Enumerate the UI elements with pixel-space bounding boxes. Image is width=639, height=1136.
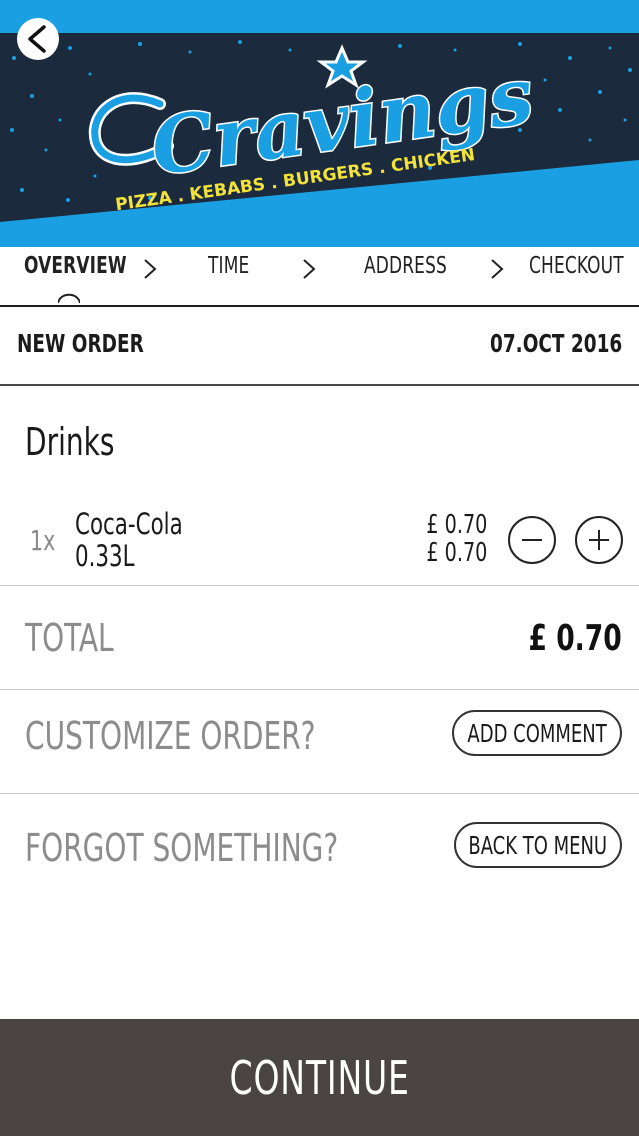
category-title: Drinks: [25, 420, 115, 464]
back-button[interactable]: [17, 18, 59, 60]
forgot-label: FORGOT SOMETHING?: [25, 826, 339, 870]
plus-icon: [589, 530, 609, 550]
item-quantity: 1x: [30, 524, 56, 557]
list-item: 1x Coca-Cola 0.33L £ 0.70 £ 0.70: [0, 500, 639, 586]
chevron-right-icon: [491, 259, 504, 279]
banner-graphic: Cravings PIZZA . KEBABS . BURGERS . CHIC…: [0, 0, 639, 247]
chevron-left-icon: [28, 25, 46, 53]
active-step-indicator: [58, 293, 80, 304]
back-to-menu-button[interactable]: BACK TO MENU: [454, 822, 622, 868]
chevron-right-icon: [144, 259, 157, 279]
order-header: NEW ORDER 07.OCT 2016: [0, 305, 639, 386]
step-checkout[interactable]: CHECKOUT: [529, 253, 624, 279]
add-comment-label: ADD COMMENT: [467, 718, 607, 748]
increase-quantity-button[interactable]: [575, 516, 623, 564]
total-label: TOTAL: [25, 616, 114, 660]
checkout-steps: OVERVIEW TIME ADDRESS CHECKOUT: [0, 247, 639, 307]
order-date: 07.OCT 2016: [489, 329, 622, 358]
item-prices: £ 0.70 £ 0.70: [426, 511, 487, 567]
total-value: £ 0.70: [528, 618, 622, 659]
step-address[interactable]: ADDRESS: [364, 253, 447, 279]
item-name: Coca-Cola 0.33L: [75, 508, 183, 572]
chevron-right-icon: [303, 259, 316, 279]
step-time[interactable]: TIME: [208, 253, 249, 279]
header-banner: Cravings PIZZA . KEBABS . BURGERS . CHIC…: [0, 0, 639, 247]
continue-button[interactable]: CONTINUE: [0, 1019, 639, 1136]
back-to-menu-label: BACK TO MENU: [468, 830, 608, 860]
item-name-line2: 0.33L: [75, 539, 135, 573]
total-row: TOTAL £ 0.70: [0, 586, 639, 690]
order-label: NEW ORDER: [17, 329, 144, 358]
continue-label: CONTINUE: [229, 1050, 410, 1105]
step-overview[interactable]: OVERVIEW: [24, 253, 127, 279]
customize-label: CUSTOMIZE ORDER?: [25, 714, 316, 758]
minus-icon: [522, 539, 542, 541]
add-comment-button[interactable]: ADD COMMENT: [452, 710, 622, 756]
decrease-quantity-button[interactable]: [508, 516, 556, 564]
forgot-row: FORGOT SOMETHING? BACK TO MENU: [0, 794, 639, 904]
item-name-line1: Coca-Cola: [75, 507, 183, 541]
item-unit-price: £ 0.70: [426, 510, 487, 540]
customize-row: CUSTOMIZE ORDER? ADD COMMENT: [0, 690, 639, 794]
item-line-price: £ 0.70: [426, 538, 487, 568]
